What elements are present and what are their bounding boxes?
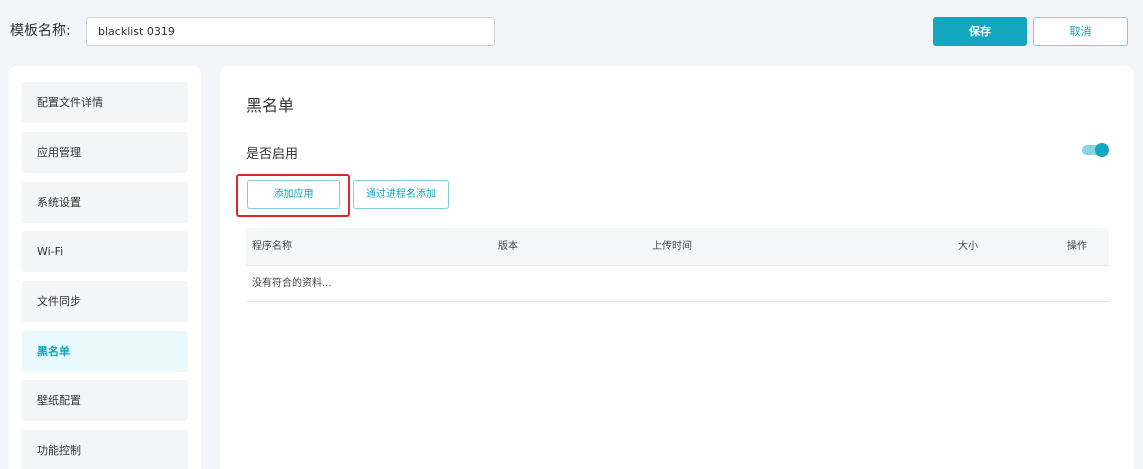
column-header-program-name: 程序名称 [252, 241, 292, 252]
add-by-process-button[interactable]: 通过进程名添加 [353, 180, 449, 209]
sidebar: 配置文件详情 应用管理 系统设置 Wi-Fi 文件同步 黑名单 壁纸配置 功能控… [9, 66, 201, 469]
table-header: 程序名称 版本 上传时间 大小 操作 [246, 228, 1109, 266]
save-button[interactable]: 保存 [933, 17, 1027, 46]
template-name-label: 模板名称: [10, 23, 71, 39]
table-empty-message: 没有符合的资料... [246, 266, 1109, 302]
sidebar-item-feature-control[interactable]: 功能控制 [22, 430, 188, 469]
sidebar-item-blacklist[interactable]: 黑名单 [22, 331, 188, 372]
sidebar-item-profile-details[interactable]: 配置文件详情 [22, 82, 188, 123]
cancel-button[interactable]: 取消 [1033, 17, 1128, 46]
sidebar-item-system-settings[interactable]: 系统设置 [22, 182, 188, 223]
page-title: 黑名单 [246, 96, 295, 115]
blacklist-panel: 黑名单 是否启用 添加应用 通过进程名添加 程序名称 版本 上传时间 大小 操作… [220, 66, 1134, 469]
sidebar-item-app-management[interactable]: 应用管理 [22, 132, 188, 173]
enable-label: 是否启用 [246, 147, 299, 162]
column-header-upload-time: 上传时间 [652, 241, 692, 252]
column-header-size: 大小 [958, 241, 978, 252]
template-name-input[interactable] [86, 17, 495, 46]
column-header-actions: 操作 [1067, 241, 1087, 252]
enable-toggle[interactable] [1082, 143, 1109, 157]
toggle-knob [1095, 143, 1109, 157]
sidebar-item-wifi[interactable]: Wi-Fi [22, 231, 188, 272]
add-app-button[interactable]: 添加应用 [247, 180, 340, 209]
sidebar-item-file-sync[interactable]: 文件同步 [22, 281, 188, 322]
sidebar-item-wallpaper[interactable]: 壁纸配置 [22, 380, 188, 421]
column-header-version: 版本 [498, 241, 518, 252]
